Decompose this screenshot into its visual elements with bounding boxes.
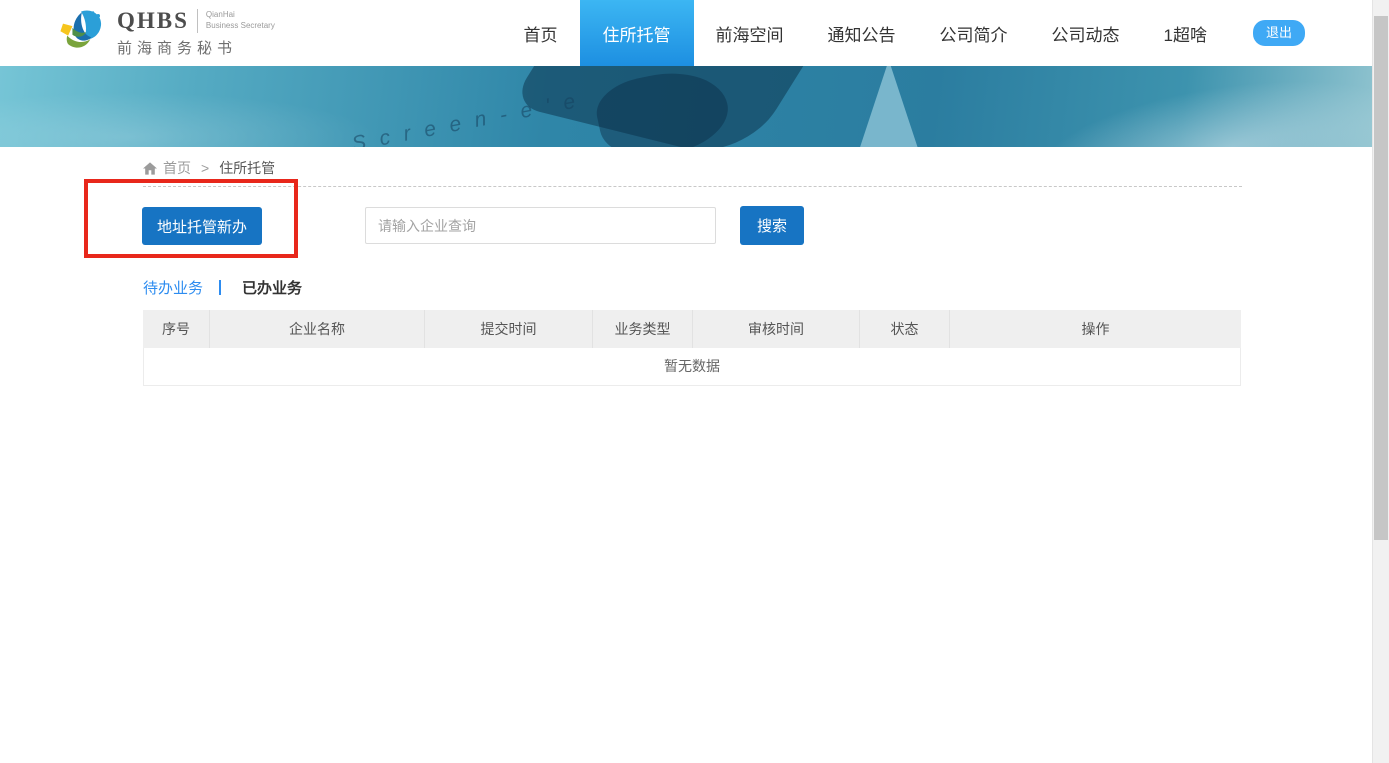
breadcrumb-home-link[interactable]: 首页: [143, 158, 191, 178]
search-button[interactable]: 搜索: [740, 206, 804, 245]
table-empty-row: 暂无数据: [143, 348, 1241, 386]
banner-right-hand-shape: [1014, 66, 1372, 147]
breadcrumb-separator: >: [201, 160, 209, 176]
logo-divider: [197, 9, 198, 33]
nav-item-notices[interactable]: 通知公告: [806, 0, 918, 66]
page: QHBS QianHai Business Secretary 前海商务秘书 首…: [0, 0, 1389, 763]
nav-item-home[interactable]: 首页: [502, 0, 580, 66]
logout-button[interactable]: 退出: [1253, 20, 1305, 46]
home-icon: [143, 162, 157, 175]
logo-chinese-name: 前海商务秘书: [117, 37, 275, 58]
column-header-company-name: 企业名称: [210, 310, 425, 348]
column-header-actions: 操作: [950, 310, 1241, 348]
nav-item-company-news[interactable]: 公司动态: [1030, 0, 1142, 66]
hero-banner: Screen-e'e: [0, 66, 1372, 147]
nav-item-qianhai-space[interactable]: 前海空间: [694, 0, 806, 66]
dashed-divider: [143, 186, 1242, 187]
business-tabs: 待办业务 已办业务: [143, 277, 302, 298]
tab-separator: [219, 280, 221, 295]
logo-splash-icon: [55, 9, 107, 57]
breadcrumb-home-label: 首页: [163, 158, 191, 178]
logo-text-block: QHBS QianHai Business Secretary 前海商务秘书: [117, 8, 275, 58]
breadcrumb-current: 住所托管: [219, 158, 275, 178]
username-link[interactable]: 1超啥: [1142, 0, 1229, 66]
table-header-row: 序号 企业名称 提交时间 业务类型 审核时间 状态 操作: [143, 310, 1241, 348]
column-header-business-type: 业务类型: [593, 310, 693, 348]
banner-glow-shape: [0, 92, 380, 147]
tab-completed-business[interactable]: 已办业务: [242, 277, 302, 298]
vertical-scrollbar[interactable]: [1372, 0, 1389, 763]
breadcrumb: 首页 > 住所托管: [143, 158, 275, 178]
scrollbar-thumb[interactable]: [1374, 16, 1388, 540]
business-table: 序号 企业名称 提交时间 业务类型 审核时间 状态 操作 暂无数据: [143, 310, 1241, 386]
site-logo[interactable]: QHBS QianHai Business Secretary 前海商务秘书: [55, 8, 275, 58]
nav-item-company-profile[interactable]: 公司简介: [918, 0, 1030, 66]
main-nav: 首页 住所托管 前海空间 通知公告 公司简介 公司动态 1超啥 退出: [502, 0, 1360, 66]
logo-tagline: QianHai Business Secretary: [206, 10, 275, 32]
column-header-submit-time: 提交时间: [425, 310, 593, 348]
banner-tablet-shape: [836, 66, 946, 147]
top-navbar: QHBS QianHai Business Secretary 前海商务秘书 首…: [0, 0, 1372, 66]
company-search-input[interactable]: [365, 207, 716, 244]
tab-pending-business[interactable]: 待办业务: [143, 277, 203, 298]
new-address-trusteeship-button[interactable]: 地址托管新办: [142, 207, 262, 245]
logo-abbr: QHBS: [117, 8, 189, 34]
column-header-index: 序号: [143, 310, 210, 348]
banner-watermark-text: Screen-e'e: [350, 87, 591, 147]
column-header-status: 状态: [860, 310, 950, 348]
nav-item-residence-trusteeship[interactable]: 住所托管: [580, 0, 694, 66]
column-header-review-time: 审核时间: [693, 310, 860, 348]
